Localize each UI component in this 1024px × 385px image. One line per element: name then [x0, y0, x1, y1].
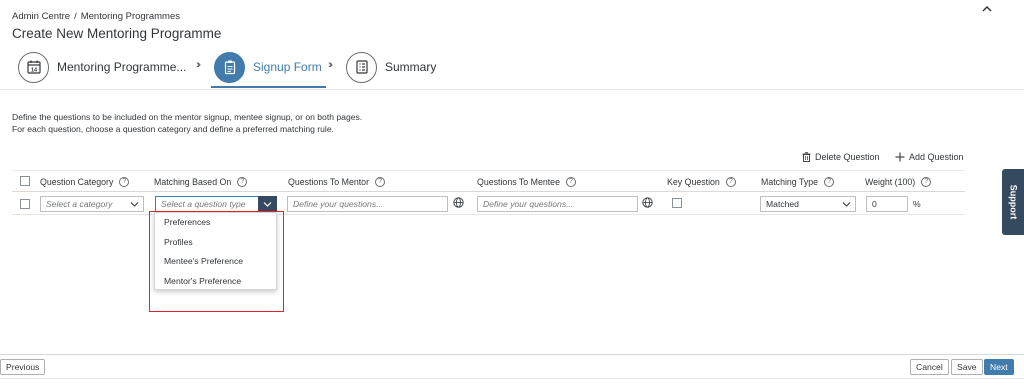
col-matching-based-on: Matching Based On? [154, 177, 248, 187]
delete-question-button[interactable]: Delete Question [802, 151, 880, 163]
question-category-select[interactable]: Select a category [40, 196, 144, 212]
questions-to-mentee-input[interactable]: Define your questions... [477, 196, 638, 212]
chevron-down-icon [842, 202, 851, 207]
table-header: Question Category? Matching Based On? Qu… [12, 170, 965, 192]
help-icon[interactable]: ? [824, 177, 835, 187]
trash-icon [802, 152, 811, 162]
col-questions-to-mentor: Questions To Mentor? [288, 177, 386, 187]
weight-value: 0 [872, 199, 877, 209]
footer-bar: Previous Cancel Save Next [0, 354, 1024, 385]
category-placeholder: Select a category [46, 199, 113, 209]
col-matching-type: Matching Type? [761, 177, 835, 187]
delete-question-label: Delete Question [815, 152, 880, 162]
chevron-right-icon: ››› [328, 59, 333, 71]
weight-unit: % [913, 199, 921, 209]
divider [0, 378, 1024, 379]
select-all-checkbox[interactable] [20, 176, 30, 186]
chevron-down-icon [130, 202, 139, 207]
step-summary[interactable]: Summary [346, 49, 436, 85]
support-label: Support [1008, 184, 1018, 220]
svg-text:14: 14 [30, 68, 37, 74]
col-question-category: Question Category? [40, 177, 130, 187]
step-label-mentoring-programme: Mentoring Programme... [57, 60, 187, 74]
matching-type-value: Matched [766, 199, 799, 209]
help-icon[interactable]: ? [921, 177, 932, 187]
support-tab[interactable]: Support [1002, 169, 1024, 235]
chevron-down-icon [263, 202, 272, 207]
breadcrumb-mentoring-programmes[interactable]: Mentoring Programmes [81, 11, 180, 22]
plus-icon [895, 152, 905, 162]
questions-to-mentor-input[interactable]: Define your questions... [287, 196, 448, 212]
active-step-indicator [211, 86, 326, 88]
previous-button[interactable]: Previous [0, 359, 46, 375]
save-button[interactable]: Save [951, 359, 983, 375]
row-checkbox[interactable] [20, 199, 30, 209]
col-weight: Weight (100)? [865, 177, 932, 187]
chevron-right-icon: ››› [196, 59, 201, 71]
next-button[interactable]: Next [984, 359, 1014, 375]
help-icon[interactable]: ? [725, 177, 736, 187]
help-icon[interactable]: ? [375, 177, 386, 187]
form-description: Define the questions to be included on t… [12, 111, 362, 135]
col-key-question: Key Question? [667, 177, 736, 187]
matching-based-on-select[interactable]: Select a question type [155, 196, 277, 212]
step-signup-form[interactable]: Signup Form [214, 49, 322, 85]
clipboard-icon [214, 51, 245, 83]
page-title: Create New Mentoring Programme [12, 26, 222, 41]
page-header: Admin Centre / Mentoring Programmes Create… [0, 0, 1024, 90]
breadcrumb-admin-centre[interactable]: Admin Centre [12, 11, 70, 22]
help-icon[interactable]: ? [237, 177, 248, 187]
description-line-1: Define the questions to be included on t… [12, 112, 363, 122]
help-icon[interactable]: ? [119, 177, 130, 187]
dropdown-toggle-button[interactable] [258, 196, 277, 212]
chevron-up-icon[interactable] [980, 2, 994, 16]
step-label-summary: Summary [385, 60, 437, 74]
mentor-placeholder: Define your questions... [293, 199, 384, 209]
col-questions-to-mentee: Questions To Mentee? [477, 177, 576, 187]
add-question-label: Add Question [909, 152, 964, 162]
help-icon[interactable]: ? [565, 177, 576, 187]
step-mentoring-programme[interactable]: 14 Mentoring Programme... [18, 49, 186, 85]
matching-type-select[interactable]: Matched [760, 196, 856, 212]
key-question-checkbox[interactable] [672, 198, 682, 208]
list-icon [346, 51, 377, 83]
globe-icon[interactable] [642, 197, 653, 208]
step-label-signup-form: Signup Form [253, 60, 322, 74]
breadcrumb-separator: / [74, 11, 77, 22]
calendar-icon: 14 [18, 51, 49, 83]
matching-placeholder: Select a question type [161, 199, 246, 209]
globe-icon[interactable] [453, 197, 464, 208]
add-question-button[interactable]: Add Question [895, 151, 964, 163]
cancel-button[interactable]: Cancel [910, 359, 949, 375]
weight-input[interactable]: 0 [866, 196, 908, 212]
description-line-2: For each question, choose a question cat… [12, 124, 334, 134]
mentee-placeholder: Define your questions... [483, 199, 574, 209]
breadcrumb: Admin Centre / Mentoring Programmes [12, 11, 180, 22]
annotation-highlight-box [149, 211, 284, 312]
